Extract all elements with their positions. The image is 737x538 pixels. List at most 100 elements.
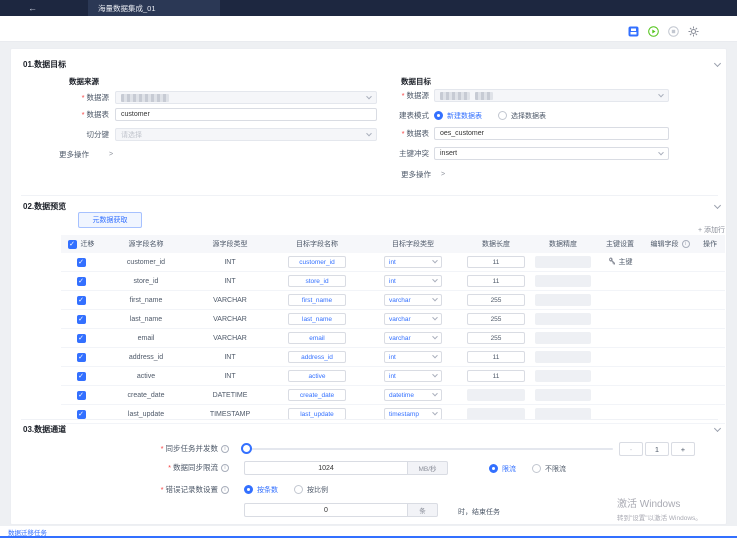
splitkey-select[interactable]: 请选择 — [115, 128, 377, 141]
target-field-name-input[interactable]: create_date — [288, 389, 346, 401]
stepper-plus-button[interactable]: + — [671, 442, 695, 456]
target-field-type-select[interactable]: int — [384, 275, 442, 287]
table-row: ✓ first_name VARCHAR first_name varchar 255 — [61, 291, 725, 310]
section-03-collapse-icon[interactable] — [714, 425, 721, 432]
row-checkbox[interactable]: ✓ — [77, 296, 86, 305]
length-input[interactable]: 255 — [467, 294, 525, 306]
rate-option-nolimit[interactable]: 不限流 — [545, 464, 566, 474]
source-table-label: *数据表 — [31, 108, 109, 121]
run-icon[interactable] — [648, 24, 659, 35]
mode-option-new[interactable]: 新建数据表 — [447, 111, 482, 121]
length-input[interactable]: 11 — [467, 370, 525, 382]
target-field-type-select[interactable]: varchar — [384, 332, 442, 344]
save-icon[interactable] — [628, 24, 639, 35]
length-input[interactable]: 11 — [467, 275, 525, 287]
target-field-name-input[interactable]: email — [288, 332, 346, 344]
row-checkbox[interactable]: ✓ — [77, 258, 86, 267]
page-title: 海量数据集成_01 — [98, 3, 156, 14]
length-input[interactable]: 255 — [467, 313, 525, 325]
stepper-minus-button[interactable]: - — [619, 442, 643, 456]
row-checkbox[interactable]: ✓ — [77, 391, 86, 400]
radio-unselected-icon[interactable] — [532, 464, 541, 473]
settings-gear-icon[interactable] — [688, 24, 699, 35]
source-field-type: VARCHAR — [213, 297, 247, 304]
precision-field-disabled — [535, 332, 591, 344]
source-field-name: store_id — [134, 278, 159, 285]
rate-limit-label: *数据同步限流i — [101, 461, 229, 474]
error-count-unit: 条 — [408, 503, 438, 517]
precision-field-disabled — [535, 389, 591, 401]
section-01-collapse-icon[interactable] — [714, 60, 721, 67]
arrow-right-icon: > — [109, 151, 113, 158]
table-row: ✓customer_idINTcustomer_idint11主键 — [61, 253, 725, 272]
source-datasource-label: *数据源 — [31, 91, 109, 104]
target-field-type-select[interactable]: varchar — [384, 313, 442, 325]
source-table-input[interactable]: customer — [115, 108, 377, 121]
error-option-ratio[interactable]: 按比例 — [307, 485, 328, 495]
pk-conflict-select[interactable]: insert — [434, 147, 669, 160]
target-field-type-select[interactable]: datetime — [384, 389, 442, 401]
target-field-name-input[interactable]: active — [288, 370, 346, 382]
target-datasource-select[interactable] — [434, 89, 669, 102]
concurrency-slider-handle[interactable] — [241, 443, 252, 454]
table-mode-radio-group: 新建数据表 选择数据表 — [434, 110, 546, 121]
target-field-type-select[interactable]: int — [384, 256, 442, 268]
target-table-input[interactable]: oes_customer — [434, 127, 669, 140]
rate-limit-input[interactable]: 1024 — [244, 461, 408, 475]
row-checkbox[interactable]: ✓ — [77, 334, 86, 343]
radio-selected-icon[interactable] — [434, 111, 443, 120]
back-icon[interactable]: ← — [28, 0, 37, 16]
row-checkbox[interactable]: ✓ — [77, 410, 86, 419]
source-field-type: TIMESTAMP — [210, 411, 250, 418]
chevron-down-icon — [432, 296, 438, 302]
target-more-actions-link[interactable]: 更多操作> — [401, 169, 445, 180]
target-field-name-input[interactable]: address_id — [288, 351, 346, 363]
row-checkbox[interactable]: ✓ — [77, 315, 86, 324]
info-icon: i — [221, 445, 229, 453]
length-field-disabled — [467, 389, 525, 401]
target-field-name-input[interactable]: store_id — [288, 275, 346, 287]
target-field-type-select[interactable]: varchar — [384, 294, 442, 306]
source-field-type: INT — [224, 259, 235, 266]
col-edit-field: 编辑字段 — [651, 239, 679, 249]
stop-icon[interactable] — [668, 24, 679, 35]
source-more-actions-link[interactable]: 更多操作> — [59, 149, 113, 160]
target-field-name-input[interactable]: first_name — [288, 294, 346, 306]
target-field-name-input[interactable]: customer_id — [288, 256, 346, 268]
table-row: ✓last_nameVARCHARlast_namevarchar255 — [61, 310, 725, 329]
add-row-link[interactable]: + 添加行 — [615, 225, 725, 235]
row-checkbox[interactable]: ✓ — [77, 277, 86, 286]
error-option-count[interactable]: 按条数 — [257, 485, 278, 495]
col-target-field-name: 目标字段名称 — [269, 235, 365, 253]
length-input[interactable]: 255 — [467, 332, 525, 344]
title-tab[interactable]: 海量数据集成_01 — [88, 0, 220, 16]
source-field-name: email — [138, 335, 155, 342]
mode-option-existing[interactable]: 选择数据表 — [511, 111, 546, 121]
fetch-metadata-button[interactable]: 元数据获取 — [78, 212, 142, 228]
table-row: ✓last_updateTIMESTAMPlast_updatetimestam… — [61, 405, 725, 424]
footer-tab-migration-task[interactable]: 数据迁移任务 — [8, 527, 47, 537]
target-field-type-select[interactable]: int — [384, 370, 442, 382]
concurrency-value[interactable]: 1 — [645, 442, 669, 456]
target-field-name-input[interactable]: last_name — [288, 313, 346, 325]
source-datasource-select[interactable] — [115, 91, 377, 104]
radio-selected-icon[interactable] — [244, 485, 253, 494]
length-input[interactable]: 11 — [467, 351, 525, 363]
target-field-type-select[interactable]: int — [384, 351, 442, 363]
radio-unselected-icon[interactable] — [294, 485, 303, 494]
source-field-name: first_name — [130, 297, 163, 304]
length-input[interactable]: 11 — [467, 256, 525, 268]
precision-field-disabled — [535, 370, 591, 382]
rate-option-limit[interactable]: 限流 — [502, 464, 516, 474]
radio-selected-icon[interactable] — [489, 464, 498, 473]
table-row: ✓ email VARCHAR email varchar 255 — [61, 329, 725, 348]
row-checkbox[interactable]: ✓ — [77, 353, 86, 362]
section-02-collapse-icon[interactable] — [714, 202, 721, 209]
error-count-input[interactable]: 0 — [244, 503, 408, 517]
source-field-type: VARCHAR — [213, 335, 247, 342]
concurrency-slider-track[interactable] — [251, 448, 613, 450]
source-field-type: INT — [224, 278, 235, 285]
row-checkbox[interactable]: ✓ — [77, 372, 86, 381]
radio-unselected-icon[interactable] — [498, 111, 507, 120]
select-all-checkbox[interactable]: ✓ — [68, 240, 77, 249]
